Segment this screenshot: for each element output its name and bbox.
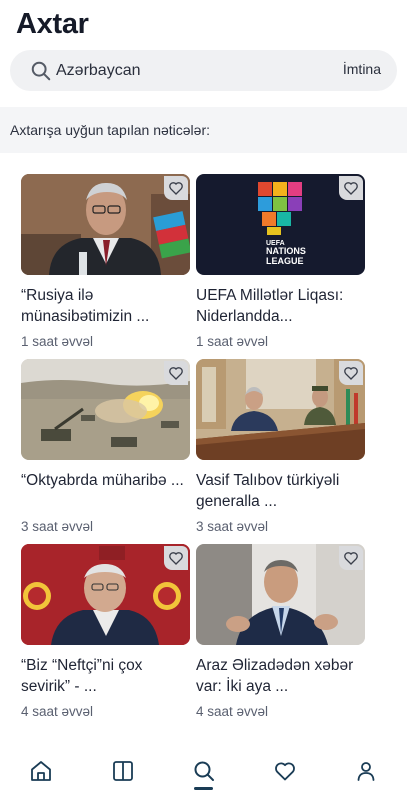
heart-icon[interactable] bbox=[273, 759, 297, 783]
news-title: Araz Əlizadədən xəbər var: İki aya ... bbox=[196, 657, 354, 695]
favorite-button[interactable] bbox=[339, 546, 363, 570]
book-icon[interactable] bbox=[111, 759, 135, 783]
news-card[interactable]: “Rusiya ilə münasibətimizin ... 1 saat ə… bbox=[21, 174, 190, 349]
search-icon bbox=[31, 61, 51, 81]
news-thumbnail bbox=[196, 544, 365, 645]
search-bar[interactable]: İmtina bbox=[10, 50, 397, 91]
news-card[interactable]: Araz Əlizadədən xəbər var: İki aya ... 4… bbox=[196, 544, 365, 719]
news-title: “Rusiya ilə münasibətimizin ... bbox=[21, 287, 150, 325]
logo-text: NATIONS bbox=[266, 246, 306, 256]
news-thumbnail: UEFA NATIONS LEAGUE bbox=[196, 174, 365, 275]
news-title: “Oktyabrda müharibə ... bbox=[21, 472, 184, 489]
news-card[interactable]: “Oktyabrda müharibə ... 3 saat əvvəl bbox=[21, 359, 190, 534]
favorite-button[interactable] bbox=[339, 176, 363, 200]
profile-icon[interactable] bbox=[354, 759, 378, 783]
heart-icon bbox=[169, 367, 183, 380]
results-heading: Axtarışa uyğun tapılan nəticələr: bbox=[10, 122, 211, 138]
news-thumbnail bbox=[21, 544, 190, 645]
news-time: 3 saat əvvəl bbox=[196, 519, 269, 534]
heart-icon bbox=[169, 552, 183, 565]
home-icon[interactable] bbox=[29, 759, 53, 783]
news-title: “Biz “Neftçi”ni çox sevirik” - ... bbox=[21, 657, 143, 695]
favorite-button[interactable] bbox=[164, 176, 188, 200]
logo-text: LEAGUE bbox=[266, 256, 304, 266]
news-time: 3 saat əvvəl bbox=[21, 519, 94, 534]
active-tab-indicator bbox=[194, 787, 213, 790]
news-thumbnail bbox=[21, 359, 190, 460]
favorite-button[interactable] bbox=[164, 546, 188, 570]
cancel-button[interactable]: İmtina bbox=[343, 61, 381, 77]
search-input[interactable] bbox=[56, 59, 326, 83]
news-time: 1 saat əvvəl bbox=[196, 334, 269, 349]
bottom-tab-bar bbox=[0, 742, 407, 800]
results-heading-bar: Axtarışa uyğun tapılan nəticələr: bbox=[0, 107, 407, 153]
news-thumbnail bbox=[21, 174, 190, 275]
favorite-button[interactable] bbox=[164, 361, 188, 385]
search-icon[interactable] bbox=[192, 759, 216, 783]
news-time: 4 saat əvvəl bbox=[21, 704, 94, 719]
news-card[interactable]: “Biz “Neftçi”ni çox sevirik” - ... 4 saa… bbox=[21, 544, 190, 719]
news-thumbnail bbox=[196, 359, 365, 460]
news-time: 4 saat əvvəl bbox=[196, 704, 269, 719]
heart-icon bbox=[344, 182, 358, 195]
news-card[interactable]: Vasif Talıbov türkiyəli generalla ... 3 … bbox=[196, 359, 365, 534]
news-title: UEFA Millətlər Liqası: Niderlandda... bbox=[196, 287, 344, 325]
favorite-button[interactable] bbox=[339, 361, 363, 385]
news-time: 1 saat əvvəl bbox=[21, 334, 94, 349]
news-card[interactable]: UEFA NATIONS LEAGUE UEFA Millətlər Liqas… bbox=[196, 174, 365, 349]
heart-icon bbox=[344, 552, 358, 565]
page-title: Axtar bbox=[16, 8, 89, 40]
news-title: Vasif Talıbov türkiyəli generalla ... bbox=[196, 472, 340, 510]
heart-icon bbox=[344, 367, 358, 380]
heart-icon bbox=[169, 182, 183, 195]
